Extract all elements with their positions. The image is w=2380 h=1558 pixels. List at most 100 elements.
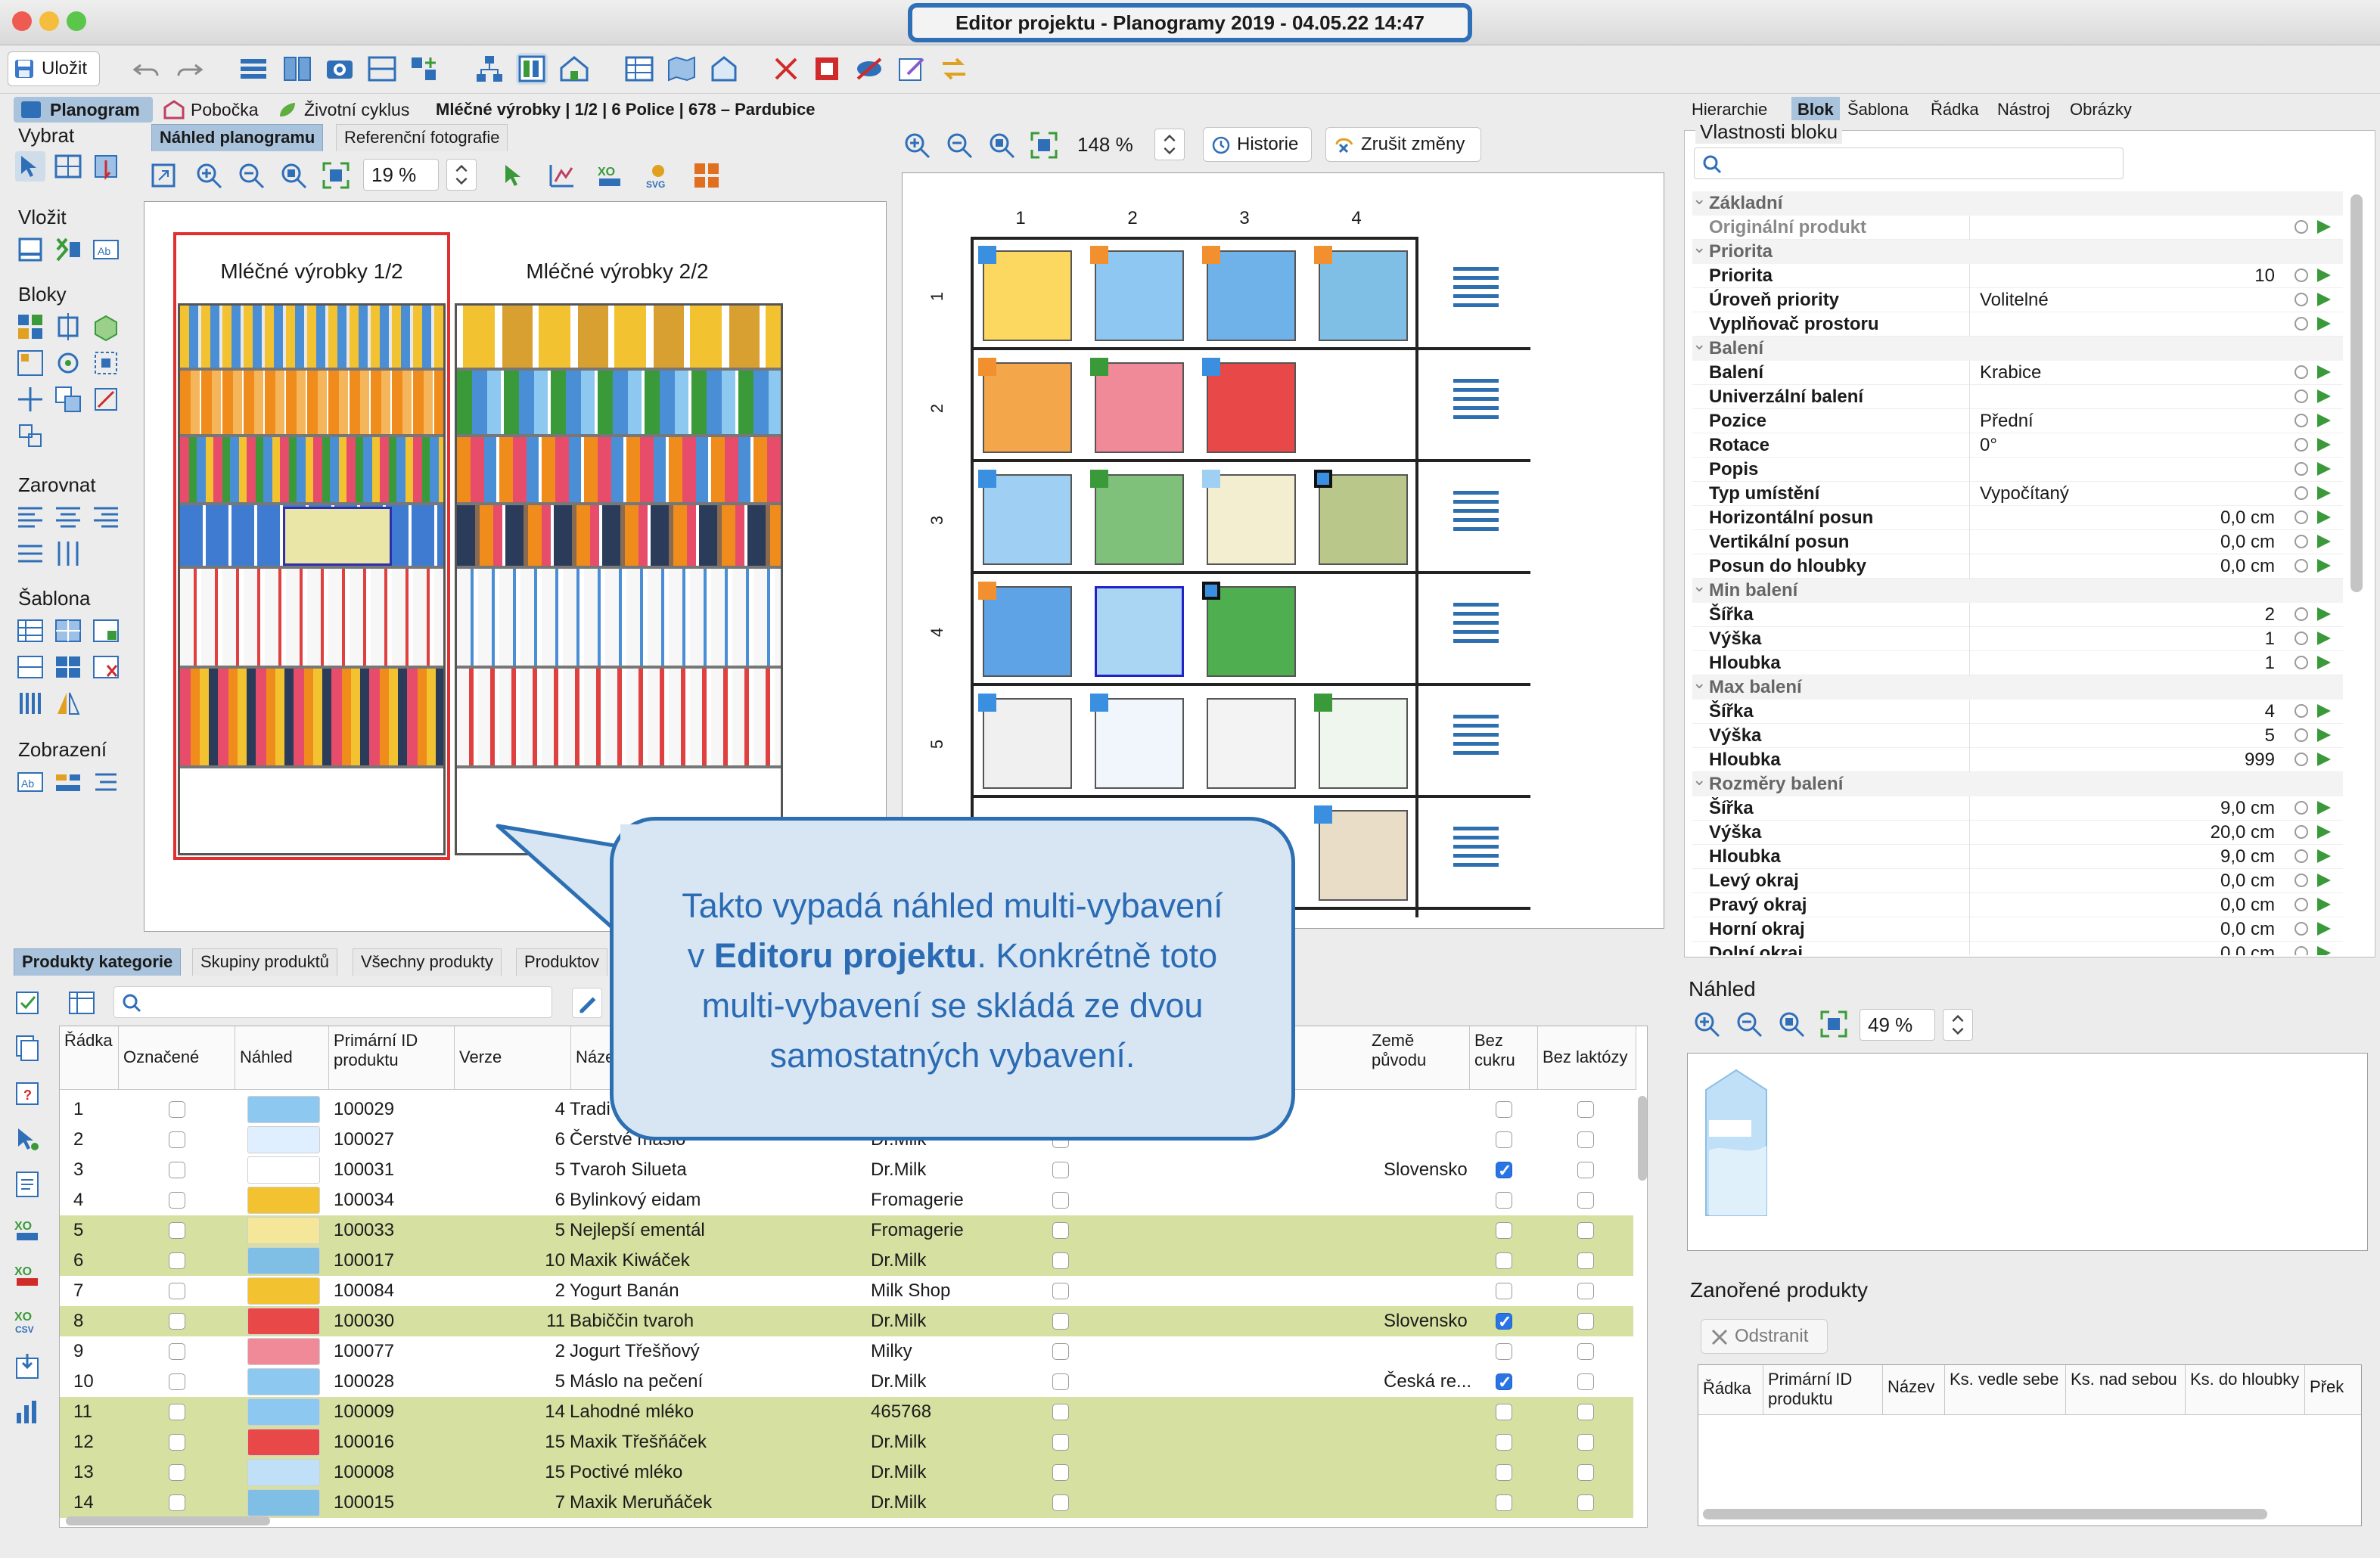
nahled-zoom-field[interactable]: 49 % [1860, 1009, 1935, 1041]
property-value[interactable]: 20,0 cm [1980, 821, 2275, 845]
inherit-icon[interactable] [2317, 728, 2331, 742]
lactose-free-checkbox[interactable] [1577, 1192, 1594, 1209]
redo-icon[interactable] [172, 53, 204, 85]
reset-icon[interactable] [2295, 559, 2308, 573]
marked-checkbox[interactable] [169, 1313, 185, 1330]
col-lactose-free[interactable]: Bez laktózy [1538, 1026, 1636, 1090]
tab-lifecycle[interactable]: Životní cyklus [274, 97, 409, 123]
reset-icon[interactable] [2295, 704, 2308, 718]
display-list-icon[interactable] [91, 767, 121, 797]
zoom-in-icon[interactable] [194, 160, 224, 191]
property-group[interactable]: ⌄ Min balení [1692, 576, 2343, 603]
lactose-free-checkbox[interactable] [1577, 1494, 1594, 1511]
reset-icon[interactable] [2295, 220, 2308, 234]
sugar-free-checkbox[interactable] [1496, 1101, 1512, 1118]
editor-product-cell[interactable] [1207, 362, 1296, 453]
flag-checkbox[interactable] [1052, 1283, 1069, 1299]
planogram-view-icon[interactable] [516, 53, 548, 85]
inherit-icon[interactable] [2317, 511, 2331, 524]
select-product-arrow-icon[interactable] [499, 160, 530, 191]
table-row[interactable]: 6 100017 10 Maxik Kiwáček Dr.Milk [60, 1246, 1633, 1276]
inherit-icon[interactable] [2317, 268, 2331, 282]
col-preview[interactable]: Náhled [235, 1026, 329, 1090]
inherit-icon[interactable] [2317, 462, 2331, 476]
property-value[interactable]: Krabice [1980, 361, 2041, 385]
editor-product-cell[interactable] [1319, 474, 1408, 565]
template-b-icon[interactable] [53, 616, 83, 646]
template-columns-icon[interactable] [15, 688, 45, 718]
property-value[interactable] [1980, 385, 2275, 409]
inherit-icon[interactable] [2317, 365, 2331, 379]
editor-zoom-field[interactable]: 148 % [1070, 129, 1151, 160]
select-grid-icon[interactable] [53, 151, 83, 182]
flag-checkbox[interactable] [1052, 1252, 1069, 1269]
zoom-out-icon[interactable] [236, 160, 266, 191]
lactose-free-checkbox[interactable] [1577, 1404, 1594, 1420]
property-value[interactable] [1980, 312, 2275, 337]
table-row[interactable]: 14 100015 7 Maxik Meruňáček Dr.Milk [60, 1488, 1633, 1518]
inherit-icon[interactable] [2317, 656, 2331, 669]
lactose-free-checkbox[interactable] [1577, 1343, 1594, 1360]
property-value[interactable]: 0,0 cm [1980, 554, 2275, 579]
editor-product-cell[interactable] [1207, 698, 1296, 789]
editor-product-cell[interactable] [1095, 474, 1184, 565]
copy-icon[interactable] [12, 1033, 42, 1063]
editor-product-cell-selected[interactable] [1095, 586, 1184, 677]
sugar-free-checkbox[interactable] [1496, 1252, 1512, 1269]
lactose-free-checkbox[interactable] [1577, 1434, 1594, 1451]
table-horizontal-scrollbar[interactable] [66, 1516, 270, 1525]
property-value[interactable]: 2 [1980, 603, 2275, 627]
inherit-icon[interactable] [2317, 486, 2331, 500]
property-value[interactable]: 0,0 cm [1980, 893, 2275, 917]
shelf-settings-icon[interactable] [1453, 379, 1499, 424]
editor-zoom-stepper[interactable] [1154, 129, 1185, 160]
block-split-icon[interactable] [15, 348, 45, 378]
marked-checkbox[interactable] [169, 1464, 185, 1481]
preview-zoom-field[interactable]: 19 % [363, 159, 439, 191]
tab-category-products[interactable]: Produkty kategorie [14, 948, 182, 976]
property-value[interactable]: 0,0 cm [1980, 530, 2275, 554]
lactose-free-checkbox[interactable] [1577, 1373, 1594, 1390]
properties-scrollbar[interactable] [2350, 194, 2363, 592]
block-3d-icon[interactable] [91, 312, 121, 342]
align-left-icon[interactable] [15, 502, 45, 532]
export-svg-icon[interactable]: SVG [643, 160, 673, 191]
col-origin[interactable]: Země původu [1367, 1026, 1470, 1090]
zoom-window-button[interactable] [67, 11, 86, 31]
tab-tool[interactable]: Nástroj [1997, 97, 2050, 123]
cancel-changes-button[interactable]: Zrušit změny [1325, 127, 1481, 162]
history-button[interactable]: Historie [1203, 127, 1312, 162]
zoom-fit-icon[interactable] [278, 160, 309, 191]
nahled-zoom-out-icon[interactable] [1734, 1009, 1764, 1039]
tab-block[interactable]: Blok [1791, 97, 1840, 123]
inherit-icon[interactable] [2317, 632, 2331, 645]
save-button[interactable]: Uložit [8, 51, 100, 86]
template-a-icon[interactable] [15, 616, 45, 646]
table-row[interactable]: 4 100034 6 Bylinkový eidam Fromagerie [60, 1185, 1633, 1215]
shelf-settings-icon[interactable] [1453, 827, 1499, 872]
align-right-icon[interactable] [91, 502, 121, 532]
remove-button[interactable]: Odstranit [1701, 1319, 1828, 1354]
editor-product-cell[interactable] [983, 250, 1072, 341]
tab-template[interactable]: Šablona [1847, 97, 1909, 123]
col-row[interactable]: Řádka [60, 1026, 119, 1090]
planogram-editor[interactable]: 1 2 3 4 1 2 3 4 5 [902, 172, 1664, 929]
reset-icon[interactable] [2295, 462, 2308, 476]
layout-grid-icon[interactable] [691, 160, 722, 191]
block-copy-icon[interactable] [53, 384, 83, 414]
editor-product-cell[interactable] [1207, 474, 1296, 565]
table-row[interactable]: 12 100016 15 Maxik Třešňáček Dr.Milk [60, 1427, 1633, 1457]
reset-icon[interactable] [2295, 801, 2308, 815]
map-icon[interactable] [666, 53, 698, 85]
editor-product-cell[interactable] [1207, 586, 1296, 677]
sugar-free-checkbox[interactable] [1496, 1192, 1512, 1209]
camera-icon[interactable] [324, 53, 356, 85]
editor-product-cell[interactable] [983, 698, 1072, 789]
tab-reference-photo[interactable]: Referenční fotografie [336, 124, 508, 151]
insert-xls-icon[interactable] [53, 234, 83, 265]
display-labels-icon[interactable] [53, 767, 83, 797]
editor-zoom-out-icon[interactable] [944, 130, 974, 160]
block-rotate-icon[interactable] [53, 348, 83, 378]
block-arrange-icon[interactable] [15, 312, 45, 342]
tab-pobocka[interactable]: Pobočka [160, 97, 259, 123]
